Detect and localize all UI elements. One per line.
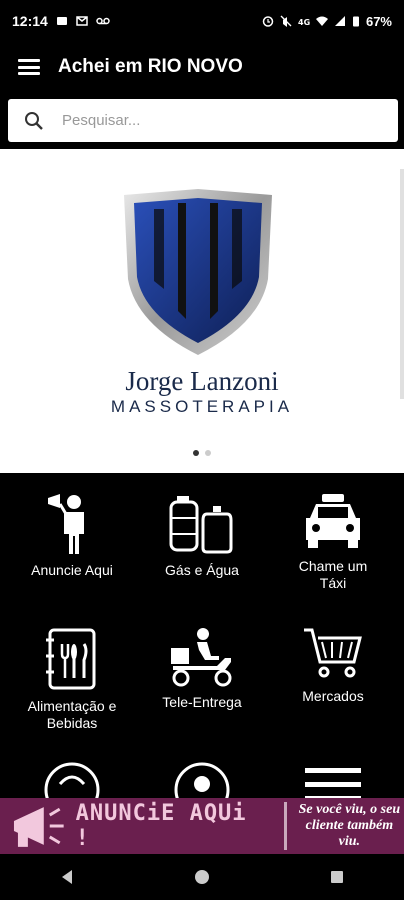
megaphone-man-icon	[48, 494, 84, 554]
back-icon[interactable]	[58, 868, 76, 886]
category-label: Chame um Táxi	[298, 558, 368, 591]
category-barbearia[interactable]	[135, 760, 269, 800]
menu-cutlery-icon	[46, 628, 96, 690]
category-label: Alimentação e Bebidas	[27, 698, 117, 731]
app-bar: Achei em RIO NOVO	[0, 42, 404, 92]
battery-percent: 67%	[365, 13, 392, 29]
search-input[interactable]	[60, 111, 364, 130]
svg-text:4G: 4G	[298, 18, 310, 27]
category-label: Mercados	[302, 688, 364, 704]
category-anuncie-aqui[interactable]: Anuncie Aqui	[5, 490, 139, 579]
ad-slogan: Se você viu, o seu cliente também viu.	[298, 802, 401, 849]
wifi-icon	[315, 16, 328, 26]
taxi-icon	[306, 494, 360, 548]
category-mais[interactable]	[266, 760, 400, 800]
megaphone-icon	[13, 807, 64, 847]
brand-subtitle: MASSOTERAPIA	[110, 397, 294, 416]
category-chame-taxi[interactable]: Chame um Táxi	[266, 490, 400, 592]
gas-water-icon	[169, 496, 233, 554]
carousel-dot[interactable]	[205, 450, 211, 456]
banner-scrollbar	[400, 169, 404, 399]
cart-icon	[304, 628, 362, 678]
more-menu-icon	[305, 768, 361, 800]
home-icon[interactable]	[193, 868, 211, 886]
bakery-icon	[44, 762, 100, 800]
app-title: Achei em RIO NOVO	[58, 56, 243, 77]
mute-icon	[280, 15, 292, 27]
banner-carousel[interactable]: Jorge Lanzoni MASSOTERAPIA	[0, 149, 404, 473]
category-gas-agua[interactable]: Gás e Água	[135, 490, 269, 579]
signal-icon	[334, 16, 345, 26]
category-padaria[interactable]	[5, 760, 139, 800]
search-icon	[25, 111, 43, 130]
delivery-scooter-icon	[171, 628, 232, 687]
brand-name: Jorge Lanzoni	[125, 366, 279, 396]
category-label: Gás e Água	[165, 562, 239, 578]
category-alimentacao[interactable]: Alimentação e Bebidas	[5, 626, 139, 732]
gmail-icon	[76, 16, 88, 26]
category-tele-entrega[interactable]: Tele-Entrega	[135, 626, 269, 711]
carousel-dot-active[interactable]	[193, 450, 199, 456]
shield-logo	[124, 189, 272, 355]
alarm-icon	[262, 16, 274, 27]
clock: 12:14	[12, 13, 48, 29]
hamburger-menu-icon[interactable]	[18, 59, 40, 75]
message-icon	[56, 17, 67, 25]
carousel-indicator	[0, 450, 404, 456]
ad-label: ANUNCiE AQUi !	[75, 801, 247, 851]
category-label: Tele-Entrega	[162, 694, 242, 710]
status-bar: 12:14 4G 67%	[0, 0, 404, 42]
volte-icon: 4G	[298, 18, 310, 27]
category-mercados[interactable]: Mercados	[266, 626, 400, 705]
voicemail-icon	[96, 17, 110, 25]
ad-banner[interactable]: ANUNCiE AQUi ! Se você viu, o seu client…	[0, 798, 404, 854]
ad-divider	[283, 802, 287, 850]
barber-icon	[174, 762, 230, 800]
battery-icon	[352, 16, 359, 27]
search-bar[interactable]	[8, 99, 398, 142]
recents-icon[interactable]	[328, 868, 346, 886]
category-label: Anuncie Aqui	[31, 562, 113, 578]
system-nav-bar	[0, 854, 404, 900]
